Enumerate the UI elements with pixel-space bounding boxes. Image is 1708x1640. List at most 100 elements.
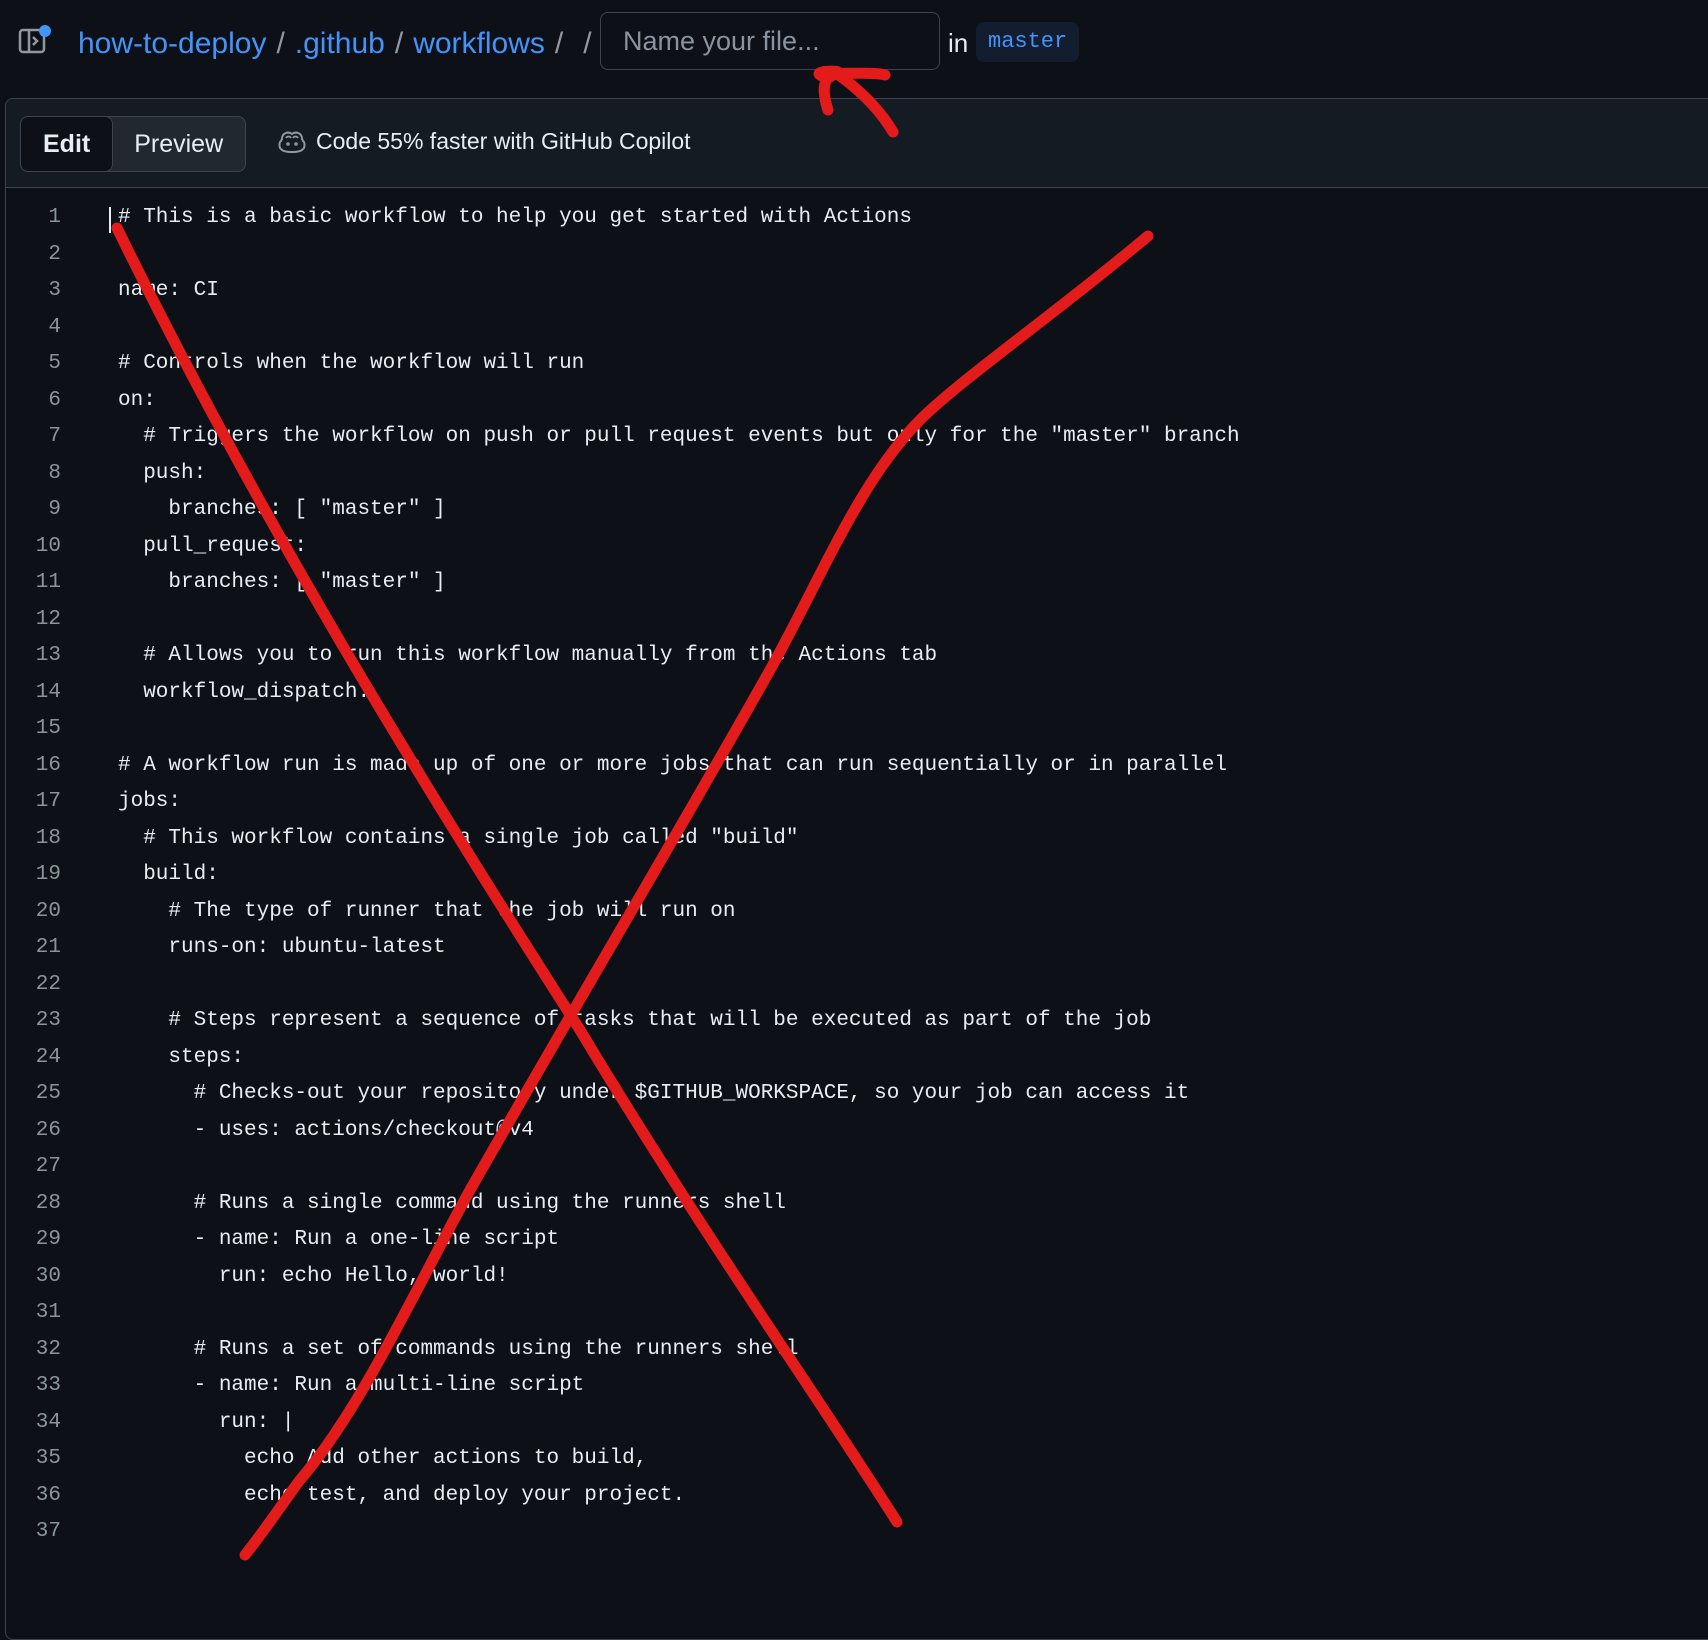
breadcrumb-separator: / bbox=[276, 27, 285, 60]
code-text[interactable]: runs-on: ubuntu-latest bbox=[61, 930, 445, 967]
code-line[interactable]: 24 steps: bbox=[6, 1040, 1708, 1077]
code-line[interactable]: 20 # The type of runner that the job wil… bbox=[6, 894, 1708, 931]
code-line[interactable]: 1 # This is a basic workflow to help you … bbox=[6, 200, 1708, 237]
code-line[interactable]: 9 branches: [ "master" ] bbox=[6, 492, 1708, 529]
code-line[interactable]: 14 workflow_dispatch: bbox=[6, 675, 1708, 712]
code-line[interactable]: 36 echo test, and deploy your project. bbox=[6, 1478, 1708, 1515]
code-text[interactable]: - name: Run a one-line script bbox=[61, 1222, 559, 1259]
line-number: 20 bbox=[35, 899, 61, 923]
code-text[interactable]: echo Add other actions to build, bbox=[61, 1441, 647, 1478]
tab-edit[interactable]: Edit bbox=[21, 117, 114, 171]
code-line[interactable]: 25 # Checks-out your repository under $G… bbox=[6, 1076, 1708, 1113]
line-number: 25 bbox=[35, 1082, 61, 1105]
code-text[interactable]: run: echo Hello, world! bbox=[61, 1259, 509, 1296]
code-line[interactable]: 23 # Steps represent a sequence of tasks… bbox=[6, 1003, 1708, 1040]
code-text[interactable] bbox=[61, 602, 118, 639]
sidebar-expand-icon[interactable] bbox=[18, 24, 52, 56]
code-text[interactable] bbox=[61, 310, 118, 347]
code-text[interactable]: workflow_dispatch: bbox=[61, 675, 370, 712]
code-line[interactable]: 5 # Controls when the workflow will run bbox=[6, 346, 1708, 383]
code-line[interactable]: 8 push: bbox=[6, 456, 1708, 493]
code-text[interactable]: # Runs a set of commands using the runne… bbox=[61, 1332, 799, 1369]
code-line[interactable]: 22 bbox=[6, 967, 1708, 1004]
code-text[interactable]: # Allows you to run this workflow manual… bbox=[61, 638, 937, 675]
code-line[interactable]: 32 # Runs a set of commands using the ru… bbox=[6, 1332, 1708, 1369]
line-number: 14 bbox=[35, 680, 61, 704]
code-line[interactable]: 15 bbox=[6, 711, 1708, 748]
line-number: 3 bbox=[48, 279, 61, 302]
filename-input[interactable] bbox=[600, 12, 940, 70]
code-line[interactable]: 12 bbox=[6, 602, 1708, 639]
code-text[interactable] bbox=[61, 237, 118, 274]
breadcrumb-github-folder-link[interactable]: .github bbox=[295, 27, 385, 61]
code-line[interactable]: 18 # This workflow contains a single job… bbox=[6, 821, 1708, 858]
code-line[interactable]: 4 bbox=[6, 310, 1708, 347]
code-line[interactable]: 16 # A workflow run is made up of one or … bbox=[6, 748, 1708, 785]
code-text[interactable]: # Steps represent a sequence of tasks th… bbox=[61, 1003, 1151, 1040]
code-text[interactable]: # Runs a single command using the runner… bbox=[61, 1186, 786, 1223]
copilot-promo[interactable]: Code 55% faster with GitHub Copilot bbox=[278, 128, 691, 155]
code-line[interactable]: 10 pull_request: bbox=[6, 529, 1708, 566]
line-number: 9 bbox=[48, 498, 61, 521]
code-text[interactable]: branches: [ "master" ] bbox=[61, 492, 445, 529]
code-line[interactable]: 7 # Triggers the workflow on push or pul… bbox=[6, 419, 1708, 456]
code-text[interactable]: # This is a basic workflow to help you g… bbox=[61, 200, 912, 237]
line-number: 8 bbox=[48, 461, 61, 485]
branch-badge: master bbox=[976, 22, 1080, 62]
code-text[interactable]: - uses: actions/checkout@v4 bbox=[61, 1113, 534, 1150]
code-line[interactable]: 35 echo Add other actions to build, bbox=[6, 1441, 1708, 1478]
code-text[interactable]: # Controls when the workflow will run bbox=[61, 346, 584, 383]
code-text[interactable] bbox=[61, 1295, 118, 1332]
code-line[interactable]: 27 bbox=[6, 1149, 1708, 1186]
code-line[interactable]: 31 bbox=[6, 1295, 1708, 1332]
tab-preview[interactable]: Preview bbox=[112, 117, 245, 171]
code-text[interactable]: push: bbox=[61, 456, 206, 493]
code-line[interactable]: 34 run: | bbox=[6, 1405, 1708, 1442]
line-number: 29 bbox=[35, 1228, 61, 1251]
code-text[interactable] bbox=[61, 1514, 118, 1551]
code-line[interactable]: 3 name: CI bbox=[6, 273, 1708, 310]
code-line[interactable]: 29 - name: Run a one-line script bbox=[6, 1222, 1708, 1259]
code-text[interactable]: run: | bbox=[61, 1405, 295, 1442]
code-text[interactable] bbox=[61, 711, 118, 748]
code-text[interactable]: branches: [ "master" ] bbox=[61, 565, 445, 602]
breadcrumb-repo-link[interactable]: how-to-deploy bbox=[78, 27, 266, 61]
code-line[interactable]: 2 bbox=[6, 237, 1708, 274]
code-text[interactable]: jobs: bbox=[61, 784, 181, 821]
code-line[interactable]: 13 # Allows you to run this workflow man… bbox=[6, 638, 1708, 675]
line-number: 30 bbox=[35, 1264, 61, 1288]
code-text[interactable]: on: bbox=[61, 383, 156, 420]
code-line[interactable]: 28 # Runs a single command using the run… bbox=[6, 1186, 1708, 1223]
code-text[interactable]: # This workflow contains a single job ca… bbox=[61, 821, 798, 858]
code-line[interactable]: 33 - name: Run a multi-line script bbox=[6, 1368, 1708, 1405]
code-text[interactable]: pull_request: bbox=[61, 529, 307, 566]
code-line[interactable]: 19 build: bbox=[6, 857, 1708, 894]
breadcrumb-workflows-folder-link[interactable]: workflows bbox=[413, 27, 545, 61]
line-number: 24 bbox=[35, 1045, 61, 1069]
line-number: 28 bbox=[35, 1191, 61, 1215]
code-text[interactable]: echo test, and deploy your project. bbox=[61, 1478, 685, 1515]
code-text[interactable]: # Triggers the workflow on push or pull … bbox=[61, 419, 1239, 456]
code-line[interactable]: 26 - uses: actions/checkout@v4 bbox=[6, 1113, 1708, 1150]
code-text[interactable]: name: CI bbox=[61, 273, 219, 310]
code-text[interactable]: # The type of runner that the job will r… bbox=[61, 894, 735, 931]
code-text[interactable]: # A workflow run is made up of one or mo… bbox=[61, 748, 1227, 785]
line-number: 11 bbox=[35, 571, 61, 594]
code-line[interactable]: 21 runs-on: ubuntu-latest bbox=[6, 930, 1708, 967]
line-number: 22 bbox=[35, 972, 61, 996]
code-line[interactable]: 17 jobs: bbox=[6, 784, 1708, 821]
code-line[interactable]: 6 on: bbox=[6, 383, 1708, 420]
code-editor: Edit Preview Code 55% faster with GitHub… bbox=[5, 98, 1708, 1640]
line-number: 13 bbox=[35, 644, 61, 667]
code-line[interactable]: 30 run: echo Hello, world! bbox=[6, 1259, 1708, 1296]
code-line[interactable]: 37 bbox=[6, 1514, 1708, 1551]
code-text[interactable] bbox=[61, 1149, 118, 1186]
code-text[interactable]: # Checks-out your repository under $GITH… bbox=[61, 1076, 1190, 1113]
code-text[interactable]: steps: bbox=[61, 1040, 244, 1077]
code-line[interactable]: 11 branches: [ "master" ] bbox=[6, 565, 1708, 602]
code-text[interactable]: - name: Run a multi-line script bbox=[61, 1368, 585, 1405]
editor-tabs: Edit Preview bbox=[20, 116, 247, 172]
code-lines[interactable]: 1 # This is a basic workflow to help you … bbox=[6, 200, 1708, 1551]
code-text[interactable] bbox=[61, 967, 118, 1004]
code-text[interactable]: build: bbox=[61, 857, 219, 894]
